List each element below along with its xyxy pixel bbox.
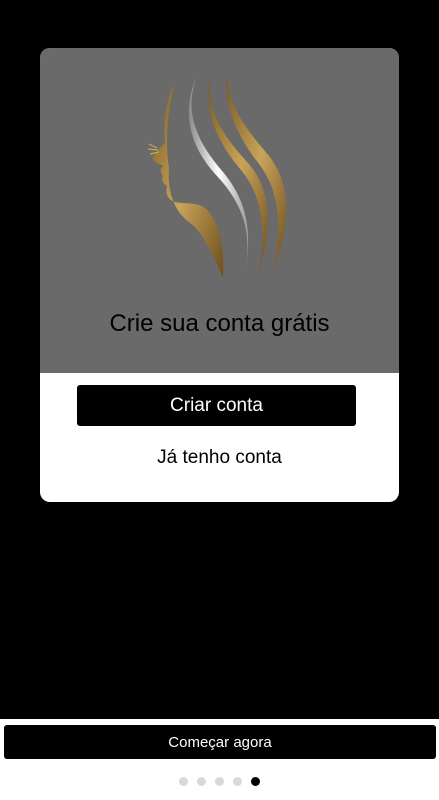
signup-card: Crie sua conta grátis Criar conta Já ten… [40, 48, 399, 502]
have-account-link[interactable]: Já tenho conta [40, 444, 399, 472]
start-now-button[interactable]: Começar agora [4, 725, 436, 759]
create-account-button[interactable]: Criar conta [77, 385, 356, 426]
page-dot[interactable] [197, 777, 206, 786]
page-dot[interactable] [215, 777, 224, 786]
page-dot[interactable] [233, 777, 242, 786]
page-dot[interactable] [251, 777, 260, 786]
card-hero: Crie sua conta grátis [40, 48, 399, 373]
page-dot[interactable] [179, 777, 188, 786]
page-indicator [0, 777, 439, 787]
woman-profile-hair-logo-icon [147, 72, 287, 277]
bottom-bar: Começar agora [0, 719, 439, 800]
page-title: Crie sua conta grátis [109, 310, 330, 337]
